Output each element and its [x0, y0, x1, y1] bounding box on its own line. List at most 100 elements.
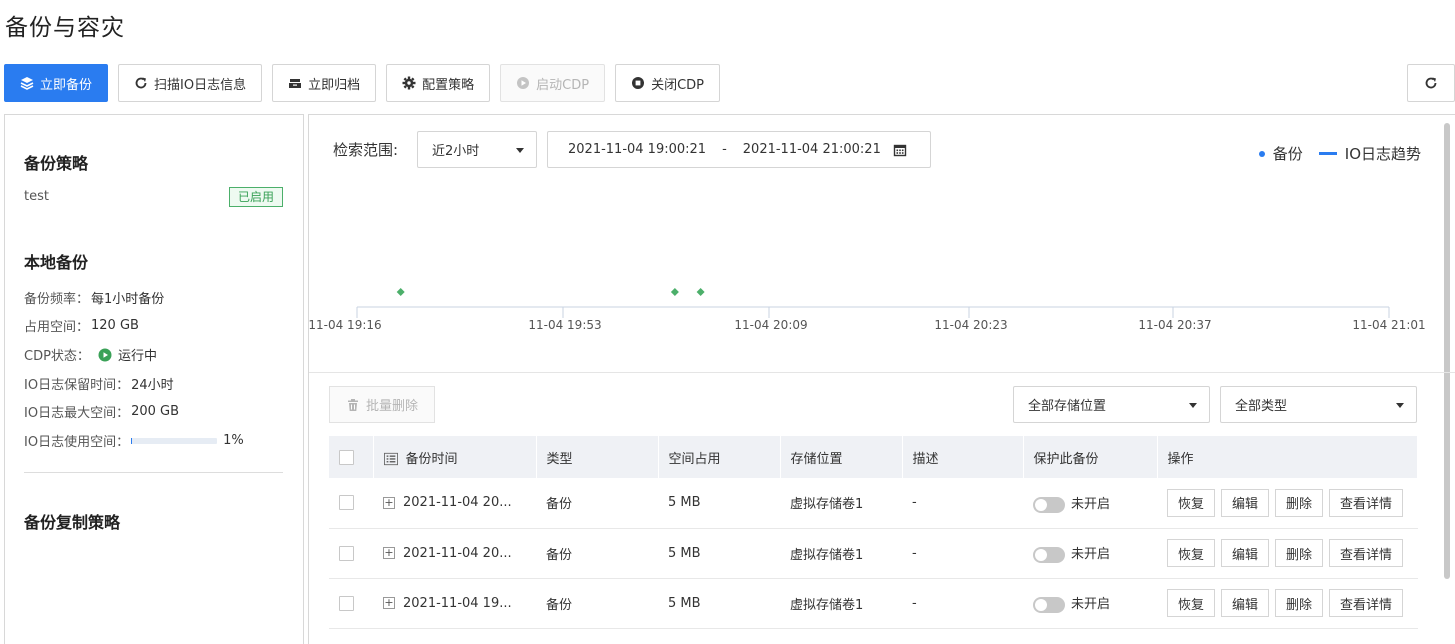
protect-status: 未开启: [1071, 547, 1111, 563]
batch-delete-button[interactable]: 批量删除: [329, 386, 436, 423]
io-max-space-value: 200 GB: [131, 404, 180, 419]
space-used-value: 120 GB: [91, 318, 139, 333]
io-usage: IO日志使用空间： 1%: [24, 431, 244, 450]
details-button[interactable]: 查看详情: [1329, 539, 1404, 567]
start-cdp-button[interactable]: 启动CDP: [500, 64, 606, 102]
row-checkbox[interactable]: [339, 545, 354, 561]
row-checkbox[interactable]: [339, 595, 354, 611]
backup-now-button[interactable]: 立即备份: [4, 64, 109, 102]
type-filter-select[interactable]: 全部类型: [1220, 386, 1417, 423]
row-actions: 恢复 编辑 删除 查看详情: [1157, 478, 1418, 529]
archive-icon: [288, 76, 302, 90]
header-protect[interactable]: 保护此备份: [1023, 436, 1158, 478]
x-tick-label: 11-04 20:23: [934, 318, 1007, 332]
config-policy-button[interactable]: 配置策略: [386, 64, 491, 102]
date-separator: -: [722, 142, 727, 157]
header-actions: 操作: [1157, 436, 1418, 478]
edit-button[interactable]: 编辑: [1221, 488, 1270, 517]
row-size: 5 MB: [658, 528, 780, 579]
running-icon: [98, 348, 112, 362]
tree-list-icon[interactable]: [383, 452, 398, 466]
backup-timeline-chart: 11-04 19:16 11-04 19:53 11-04 20:09 11-04 2…: [309, 288, 1426, 332]
layers-icon: [20, 76, 34, 90]
expand-icon[interactable]: +: [383, 547, 395, 559]
archive-now-button[interactable]: 立即归档: [272, 64, 377, 102]
scan-io-log-button[interactable]: 扫描IO日志信息: [118, 64, 263, 102]
restore-button[interactable]: 恢复: [1167, 488, 1216, 517]
table-header-row: 备份时间 类型 空间占用 存储位置 描述 保护此备份 操作: [329, 436, 1418, 478]
expand-icon[interactable]: +: [383, 496, 395, 509]
x-tick-label: 11-04 21:01: [1352, 318, 1425, 332]
policy-panel: 备份策略 test 已启用 本地备份 备份频率： 每1小时备份 占用空间： 12…: [4, 114, 304, 644]
backup-now-label: 立即备份: [40, 77, 93, 93]
x-tick-label: 11-04 19:16: [309, 318, 382, 332]
row-protect: 未开启: [1023, 528, 1157, 579]
row-description: -: [902, 578, 1023, 629]
refresh-icon: [1424, 76, 1438, 90]
protect-status: 未开启: [1071, 597, 1111, 613]
backup-frequency-label: 备份频率：: [24, 292, 90, 307]
row-select-cell: [329, 478, 373, 529]
page-refresh-button[interactable]: [1407, 64, 1455, 102]
table-row[interactable]: +2021-11-04 19... 备份 5 MB 虚拟存储卷1- 未开启 恢复 编辑 删除查…: [329, 578, 1418, 629]
row-backup-time-text: 2021-11-04 20...: [403, 545, 512, 561]
details-button[interactable]: 查看详情: [1329, 589, 1404, 617]
range-select[interactable]: 近2小时: [417, 131, 537, 168]
row-select-cell: [329, 528, 373, 579]
details-button[interactable]: 查看详情: [1329, 488, 1404, 517]
row-checkbox[interactable]: [339, 495, 354, 511]
io-usage-value: 1%: [223, 433, 244, 448]
chevron-down-icon: [1189, 402, 1197, 408]
row-type: 备份: [536, 578, 658, 629]
header-size[interactable]: 空间占用: [658, 436, 781, 478]
x-tick-label: 11-04 20:37: [1138, 318, 1211, 332]
range-select-value: 近2小时: [432, 144, 480, 159]
io-retention: IO日志保留时间： 24小时: [24, 374, 174, 393]
row-location: 虚拟存储卷1: [780, 578, 902, 629]
delete-button[interactable]: 删除: [1275, 488, 1324, 517]
play-icon: [516, 76, 530, 90]
edit-button[interactable]: 编辑: [1221, 589, 1270, 617]
table-row[interactable]: +2021-11-04 20... 备份 5 MB 虚拟存储卷1- 未开启 恢复 编辑 删除查…: [329, 528, 1418, 579]
legend-backup-marker: [1258, 150, 1265, 157]
row-type: 备份: [536, 528, 658, 579]
row-backup-time: +2021-11-04 20...: [373, 478, 536, 529]
policy-title: 备份策略: [24, 154, 89, 173]
select-all-checkbox[interactable]: [339, 449, 354, 465]
backup-point: [670, 288, 679, 296]
row-location: 虚拟存储卷1: [780, 528, 902, 579]
policy-status-badge: 已启用: [228, 187, 283, 207]
edit-button[interactable]: 编辑: [1221, 539, 1270, 567]
scan-io-log-label: 扫描IO日志信息: [154, 77, 247, 93]
stop-cdp-button[interactable]: 关闭CDP: [615, 64, 720, 102]
restore-button[interactable]: 恢复: [1167, 589, 1216, 617]
select-all-cell: [329, 436, 374, 478]
protect-toggle[interactable]: [1033, 596, 1065, 613]
stop-cdp-label: 关闭CDP: [651, 77, 704, 93]
header-description[interactable]: 描述: [902, 436, 1024, 478]
chevron-down-icon: [1396, 402, 1404, 408]
stop-icon: [631, 76, 645, 90]
protect-toggle[interactable]: [1033, 496, 1065, 513]
row-protect: 未开启: [1023, 578, 1157, 629]
header-backup-time: 备份时间: [373, 436, 537, 478]
io-retention-value: 24小时: [131, 378, 174, 393]
io-usage-label: IO日志使用空间：: [24, 435, 130, 450]
storage-filter-select[interactable]: 全部存储位置: [1013, 386, 1210, 423]
legend-backup: 备份: [1272, 145, 1303, 163]
chart-legend: 备份 IO日志趋势: [1258, 143, 1421, 164]
header-type[interactable]: 类型: [536, 436, 659, 478]
legend-io-trend-marker: [1318, 152, 1337, 155]
header-location[interactable]: 存储位置: [780, 436, 903, 478]
expand-icon[interactable]: +: [383, 597, 395, 609]
date-range-picker[interactable]: 2021-11-04 19:00:21 - 2021-11-04 21:00:2…: [547, 131, 931, 168]
space-used-label: 占用空间：: [24, 320, 90, 335]
row-backup-time: +2021-11-04 20...: [373, 528, 536, 579]
space-used: 占用空间： 120 GB: [24, 316, 139, 335]
restore-button[interactable]: 恢复: [1167, 539, 1216, 567]
table-row[interactable]: +2021-11-04 20... 备份 5 MB 虚拟存储卷1- 未开启 恢复 编辑 删除查…: [329, 478, 1418, 529]
delete-button[interactable]: 删除: [1275, 539, 1324, 567]
protect-toggle[interactable]: [1033, 546, 1065, 563]
scrollbar[interactable]: [1444, 123, 1450, 579]
delete-button[interactable]: 删除: [1275, 589, 1324, 617]
